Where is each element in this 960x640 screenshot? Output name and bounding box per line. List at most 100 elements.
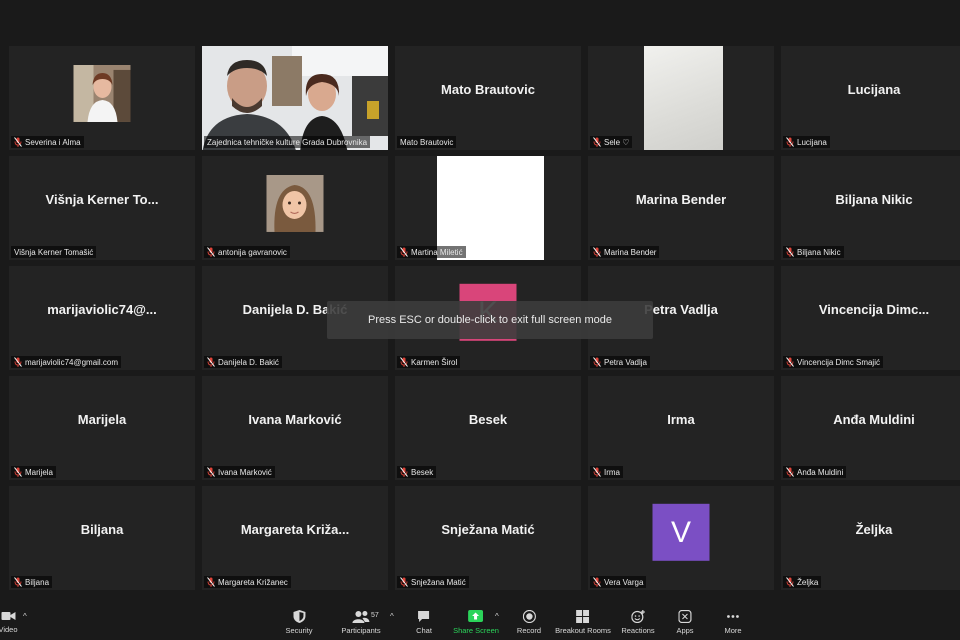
- participant-tile[interactable]: Mato Brautovic Mato Brautovic: [395, 46, 581, 150]
- fullscreen-hint-text: Press ESC or double-click to exit full s…: [368, 314, 612, 326]
- participant-tile[interactable]: marijaviolic74@... marijaviolic74@gmail.c…: [9, 266, 195, 370]
- muted-mic-icon: [14, 137, 22, 147]
- participant-name: Irma: [604, 467, 620, 477]
- video-button[interactable]: Video: [0, 610, 18, 634]
- apps-icon: [678, 610, 692, 623]
- muted-mic-icon: [400, 467, 408, 477]
- participants-count: 57: [371, 612, 379, 619]
- participant-name: Sele ♡: [604, 137, 630, 147]
- participant-tile[interactable]: Marijela Marijela: [9, 376, 195, 480]
- video-options-caret[interactable]: ^: [23, 612, 27, 621]
- muted-mic-icon: [786, 467, 794, 477]
- participant-display-name: Anđa Muldini: [833, 411, 915, 427]
- participant-tile[interactable]: Biljana Biljana: [9, 486, 195, 590]
- participant-display-name: Snježana Matić: [441, 521, 535, 537]
- participant-nameplate: Petra Vadlja: [590, 356, 650, 368]
- participant-tile[interactable]: Biljana Nikic Biljana Nikic: [781, 156, 960, 260]
- participant-display-name: Biljana: [80, 521, 124, 537]
- participant-name: Vincencija Dimc Smajić: [797, 357, 880, 367]
- participant-display-name: Višnja Kerner To...: [45, 191, 159, 207]
- participant-nameplate: antonija gavranovic: [204, 246, 290, 258]
- chat-button[interactable]: Chat: [416, 610, 432, 635]
- participant-name: Biljana: [25, 577, 50, 587]
- participant-nameplate: Ivana Marković: [204, 466, 275, 478]
- participant-name: marijaviolic74@gmail.com: [25, 357, 119, 367]
- participant-tile[interactable]: Irma Irma: [588, 376, 774, 480]
- smiley-plus-icon: [630, 610, 645, 623]
- participant-tile[interactable]: Anđa Muldini Anđa Muldini: [781, 376, 960, 480]
- participant-display-name: marijaviolic74@...: [47, 301, 157, 317]
- video-camera-icon: [0, 612, 15, 620]
- participant-display-name: Vincencija Dimc...: [818, 301, 930, 317]
- share-screen-button[interactable]: Share Screen: [453, 610, 499, 635]
- muted-mic-icon: [786, 137, 794, 147]
- reactions-label: Reactions: [621, 626, 655, 635]
- share-options-caret[interactable]: ^: [495, 612, 499, 621]
- participant-nameplate: Danijela D. Bakić: [204, 356, 282, 368]
- participant-display-name: Marijela: [77, 411, 127, 427]
- participant-nameplate: Željka: [783, 576, 822, 588]
- participant-letter-avatar: V: [652, 503, 710, 561]
- muted-mic-icon: [207, 247, 215, 257]
- muted-mic-icon: [593, 357, 601, 367]
- participant-name: Ivana Marković: [218, 467, 272, 477]
- participant-name: Mato Brautovic: [400, 137, 454, 147]
- participant-tile[interactable]: Martina Miletić: [395, 156, 581, 260]
- participant-name: antonija gavranovic: [218, 247, 287, 257]
- record-icon: [522, 610, 536, 623]
- participant-tile[interactable]: antonija gavranovic: [202, 156, 388, 260]
- participant-display-name: Besek: [468, 411, 508, 427]
- participant-tile[interactable]: Besek Besek: [395, 376, 581, 480]
- muted-mic-icon: [400, 577, 408, 587]
- more-dots-icon: [727, 615, 739, 618]
- muted-mic-icon: [400, 357, 408, 367]
- more-button[interactable]: More: [724, 610, 742, 635]
- breakout-rooms-label: Breakout Rooms: [555, 626, 611, 635]
- record-button[interactable]: Record: [517, 610, 541, 635]
- participant-display-name: Marina Bender: [635, 191, 727, 207]
- participant-profile-photo: [73, 64, 131, 122]
- muted-mic-icon: [786, 577, 794, 587]
- participant-tile[interactable]: V Vera Varga: [588, 486, 774, 590]
- muted-mic-icon: [593, 247, 601, 257]
- participant-nameplate: Anđa Muldini: [783, 466, 847, 478]
- participant-tile[interactable]: Vincencija Dimc... Vincencija Dimc Smajić: [781, 266, 960, 370]
- participant-nameplate: Lucijana: [783, 136, 830, 148]
- participant-video-wall: [644, 46, 723, 150]
- reactions-button[interactable]: Reactions: [621, 610, 655, 635]
- apps-button[interactable]: Apps: [676, 610, 694, 635]
- participant-name: Margareta Križanec: [218, 577, 288, 587]
- participant-nameplate: Biljana Nikic: [783, 246, 844, 258]
- participant-name: Besek: [411, 467, 434, 477]
- participant-tile[interactable]: Sele ♡: [588, 46, 774, 150]
- participant-tile[interactable]: Ivana Marković Ivana Marković: [202, 376, 388, 480]
- muted-mic-icon: [786, 357, 794, 367]
- participant-tile[interactable]: Lucijana Lucijana: [781, 46, 960, 150]
- participant-nameplate: Vincencija Dimc Smajić: [783, 356, 883, 368]
- participant-name: Anđa Muldini: [797, 467, 844, 477]
- participant-video-blank: [437, 156, 544, 260]
- participant-display-name: Margareta Križa...: [240, 521, 350, 537]
- participant-nameplate: Martina Miletić: [397, 246, 466, 258]
- fullscreen-hint: Press ESC or double-click to exit full s…: [327, 301, 653, 339]
- participant-tile[interactable]: Margareta Križa... Margareta Križanec: [202, 486, 388, 590]
- participant-tile[interactable]: Snježana Matić Snježana Matić: [395, 486, 581, 590]
- participant-name: Biljana Nikic: [797, 247, 841, 257]
- participant-tile[interactable]: Severina i Alma: [9, 46, 195, 150]
- participant-name: Severina i Alma: [25, 137, 81, 147]
- record-label: Record: [516, 626, 542, 635]
- participant-nameplate: Biljana: [11, 576, 53, 588]
- participant-profile-photo: [266, 174, 324, 232]
- muted-mic-icon: [593, 137, 601, 147]
- breakout-rooms-button[interactable]: Breakout Rooms: [555, 610, 611, 635]
- security-button[interactable]: Security: [285, 610, 313, 635]
- participant-tile[interactable]: Marina Bender Marina Bender: [588, 156, 774, 260]
- participants-options-caret[interactable]: ^: [390, 612, 394, 621]
- chat-label: Chat: [416, 626, 432, 635]
- participant-tile[interactable]: Zajednica tehničke kulture Grada Dubrovn…: [202, 46, 388, 150]
- participant-nameplate: Višnja Kerner Tomašić: [11, 246, 97, 258]
- participant-tile[interactable]: Željka Željka: [781, 486, 960, 590]
- muted-mic-icon: [14, 577, 22, 587]
- participant-nameplate: marijaviolic74@gmail.com: [11, 356, 122, 368]
- participant-tile[interactable]: Višnja Kerner To... Višnja Kerner Tomašić: [9, 156, 195, 260]
